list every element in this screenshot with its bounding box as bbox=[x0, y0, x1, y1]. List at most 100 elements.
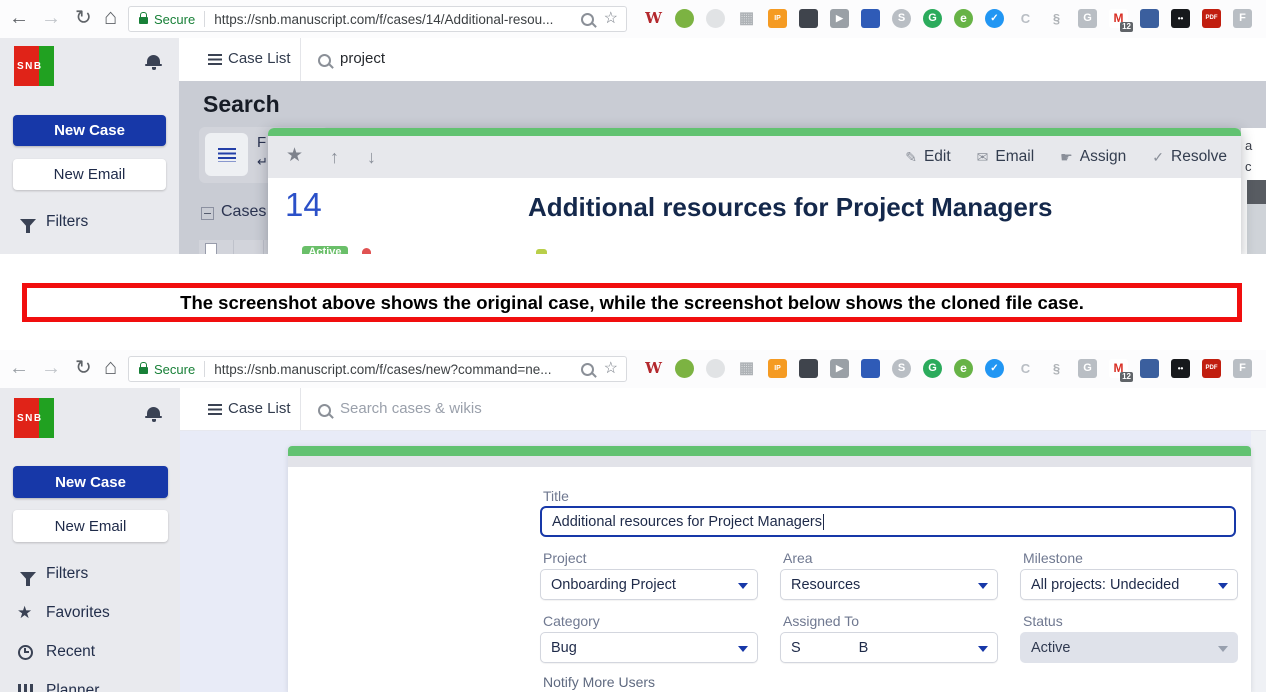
title-value: Additional resources for Project Manager… bbox=[552, 514, 822, 530]
notifications-bell-icon[interactable] bbox=[147, 55, 161, 71]
row-checkbox[interactable] bbox=[205, 243, 217, 254]
gmail-icon[interactable]: M12 bbox=[1109, 9, 1128, 28]
url-text[interactable]: https://snb.manuscript.com/f/cases/new?c… bbox=[214, 362, 580, 377]
blue-card-icon[interactable] bbox=[1140, 359, 1159, 378]
list-view-button[interactable] bbox=[205, 133, 248, 176]
forward-icon[interactable]: → bbox=[41, 6, 61, 30]
new-case-button[interactable]: New Case bbox=[13, 466, 168, 498]
zoom-icon[interactable] bbox=[581, 13, 594, 26]
green-dot-icon[interactable] bbox=[675, 9, 694, 28]
sidebar-item-recent[interactable]: Recent bbox=[46, 643, 95, 661]
check-blue-icon[interactable]: ✓ bbox=[985, 359, 1004, 378]
dark-app-icon[interactable] bbox=[799, 9, 818, 28]
wikipedia-icon[interactable]: W bbox=[644, 359, 663, 378]
forward-icon[interactable]: → bbox=[41, 356, 61, 380]
new-email-button[interactable]: New Email bbox=[13, 159, 166, 190]
home-icon[interactable]: ⌂ bbox=[104, 355, 117, 379]
area-value: Resources bbox=[791, 577, 860, 593]
scrollbar-thumb[interactable] bbox=[1247, 180, 1266, 204]
play-icon[interactable]: ▶ bbox=[830, 359, 849, 378]
g-gray-icon[interactable]: G bbox=[1078, 359, 1097, 378]
chevron-down-icon bbox=[1218, 646, 1228, 652]
logo-text: SNB bbox=[14, 413, 43, 424]
arrow-up-icon[interactable]: ↑ bbox=[330, 146, 339, 168]
skype-icon[interactable]: S bbox=[892, 9, 911, 28]
search-input[interactable]: Search cases & wikis bbox=[340, 400, 482, 417]
text-cursor bbox=[823, 514, 824, 530]
email-button[interactable]: ✉ Email bbox=[977, 148, 1035, 166]
search-input[interactable]: project bbox=[340, 50, 385, 67]
bookmark-star-icon[interactable]: ☆ bbox=[604, 361, 618, 377]
play-icon[interactable]: ▶ bbox=[830, 9, 849, 28]
case-list-tab[interactable]: Case List bbox=[195, 38, 301, 81]
new-case-card: Title Additional resources for Project M… bbox=[288, 446, 1251, 692]
secure-label: Secure bbox=[154, 12, 195, 27]
grammarly-icon[interactable]: G bbox=[923, 9, 942, 28]
check-blue-icon[interactable]: ✓ bbox=[985, 9, 1004, 28]
paperclip-icon[interactable]: § bbox=[1047, 359, 1066, 378]
gray-dot-icon[interactable] bbox=[706, 9, 725, 28]
dimmed-backdrop: Search F ↵ Cases bbox=[179, 81, 1266, 254]
category-select[interactable]: Bug bbox=[540, 632, 758, 663]
paint-icon[interactable] bbox=[861, 359, 880, 378]
reload-icon[interactable]: ↻ bbox=[75, 6, 92, 30]
arrow-down-icon[interactable]: ↓ bbox=[367, 146, 376, 168]
pdf-icon[interactable]: PDF bbox=[1202, 9, 1221, 28]
evernote-icon[interactable]: e bbox=[954, 359, 973, 378]
grammarly-icon[interactable]: G bbox=[923, 359, 942, 378]
edit-button[interactable]: ✎ Edit bbox=[905, 148, 950, 166]
url-text[interactable]: https://snb.manuscript.com/f/cases/14/Ad… bbox=[214, 12, 580, 27]
list-icon bbox=[218, 148, 236, 162]
reload-icon[interactable]: ↻ bbox=[75, 356, 92, 380]
collapse-icon[interactable] bbox=[201, 207, 214, 225]
back-icon[interactable]: ← bbox=[9, 356, 29, 380]
gmail-icon[interactable]: M12 bbox=[1109, 359, 1128, 378]
zoom-icon[interactable] bbox=[581, 363, 594, 376]
scrollbar-track[interactable] bbox=[1247, 204, 1266, 254]
assigned-to-select[interactable]: S B bbox=[780, 632, 998, 663]
top-sidebar: SNB New Case New Email Filters bbox=[0, 38, 179, 254]
bookmark-star-icon[interactable]: ☆ bbox=[604, 11, 618, 27]
address-bar[interactable]: Secure https://snb.manuscript.com/f/case… bbox=[128, 356, 627, 382]
calendar-icon[interactable]: ▦ bbox=[737, 9, 756, 28]
milestone-select[interactable]: All projects: Undecided bbox=[1020, 569, 1238, 600]
sidebar-item-filters[interactable]: Filters bbox=[46, 565, 88, 583]
area-select[interactable]: Resources bbox=[780, 569, 998, 600]
new-email-button[interactable]: New Email bbox=[13, 510, 168, 542]
c-app-icon[interactable]: C bbox=[1016, 359, 1035, 378]
shield-icon[interactable]: IP bbox=[768, 9, 787, 28]
g-gray-icon[interactable]: G bbox=[1078, 9, 1097, 28]
back-icon[interactable]: ← bbox=[9, 6, 29, 30]
calendar-icon[interactable]: ▦ bbox=[737, 359, 756, 378]
skype-icon[interactable]: S bbox=[892, 359, 911, 378]
c-app-icon[interactable]: C bbox=[1016, 9, 1035, 28]
home-icon[interactable]: ⌂ bbox=[104, 5, 117, 29]
blue-card-icon[interactable] bbox=[1140, 9, 1159, 28]
f-app-icon[interactable]: F bbox=[1233, 359, 1252, 378]
gray-dot-icon[interactable] bbox=[706, 359, 725, 378]
green-dot-icon[interactable] bbox=[675, 359, 694, 378]
title-input[interactable]: Additional resources for Project Manager… bbox=[540, 506, 1236, 537]
project-select[interactable]: Onboarding Project bbox=[540, 569, 758, 600]
pdf-icon[interactable]: PDF bbox=[1202, 359, 1221, 378]
new-case-button[interactable]: New Case bbox=[13, 115, 166, 146]
sidebar-item-filters[interactable]: Filters bbox=[46, 213, 88, 231]
paint-icon[interactable] bbox=[861, 9, 880, 28]
address-bar[interactable]: Secure https://snb.manuscript.com/f/case… bbox=[128, 6, 627, 32]
ghostery-icon[interactable]: •• bbox=[1171, 359, 1190, 378]
ghostery-icon[interactable]: •• bbox=[1171, 9, 1190, 28]
paperclip-icon[interactable]: § bbox=[1047, 9, 1066, 28]
shield-icon[interactable]: IP bbox=[768, 359, 787, 378]
f-app-icon[interactable]: F bbox=[1233, 9, 1252, 28]
evernote-icon[interactable]: e bbox=[954, 9, 973, 28]
sidebar-item-planner[interactable]: Planner bbox=[46, 682, 99, 692]
dark-app-icon[interactable] bbox=[799, 359, 818, 378]
case-list-tab[interactable]: Case List bbox=[195, 388, 301, 430]
star-icon[interactable]: ★ bbox=[286, 145, 303, 167]
assign-button[interactable]: ☛ Assign bbox=[1060, 148, 1126, 166]
wikipedia-icon[interactable]: W bbox=[644, 9, 663, 28]
top-main: Case List project Search F ↵ Cas bbox=[179, 38, 1266, 254]
notifications-bell-icon[interactable] bbox=[147, 407, 161, 423]
sidebar-item-favorites[interactable]: Favorites bbox=[46, 604, 110, 622]
resolve-button[interactable]: ✓ Resolve bbox=[1152, 148, 1227, 166]
